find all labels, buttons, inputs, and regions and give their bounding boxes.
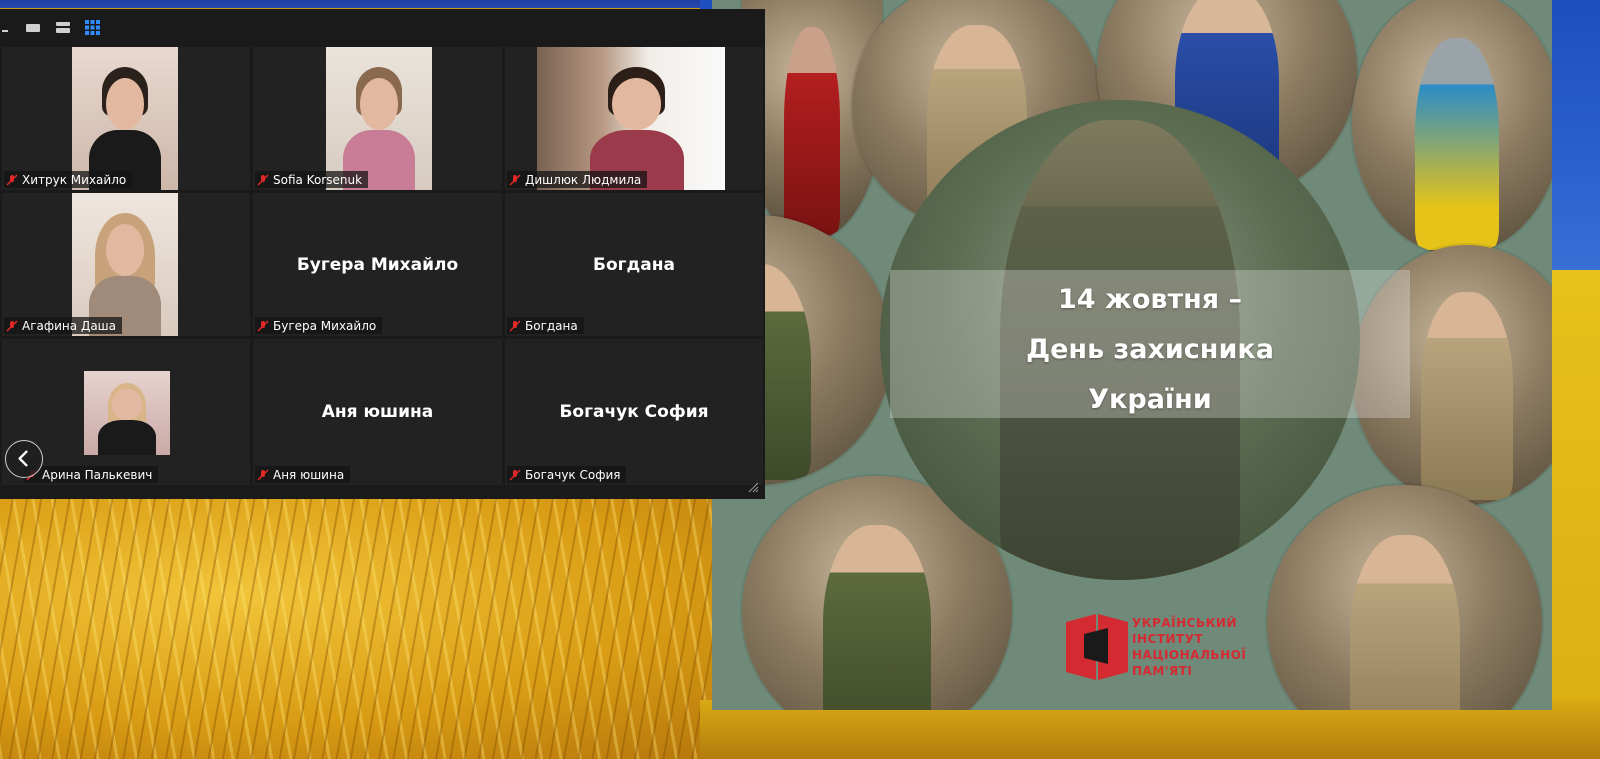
logo-text-line-3: НАЦІОНАЛЬНОЇ [1132,648,1247,662]
strip-view-icon[interactable] [56,22,70,33]
slide-title-line-3: України [1088,384,1212,415]
participant-name: Sofia Korsenuk [273,172,363,187]
participant-display-name: Бугера Михайло [296,254,459,275]
slide-title-line-2: День захисника [1026,334,1274,365]
gallery-view-icon[interactable] [85,20,100,35]
participant-name-label: Богдана [507,317,584,334]
participant-tile[interactable]: Хитрук Михайло [2,47,250,190]
participant-video [326,47,432,190]
participant-tile[interactable]: Дишлюк Людмила [505,47,763,190]
participant-name: Богачук София [525,467,621,482]
wheat-field-image [0,485,780,759]
participant-name: Богдана [525,318,578,333]
participant-name: Арина Палькевич [42,467,153,482]
muted-mic-icon [509,468,521,481]
video-gallery-window[interactable]: Хитрук Михайло Sofia Korsenuk Дишлюк Люд… [0,9,765,499]
previous-page-button[interactable] [5,440,43,478]
participant-name: Бугера Михайло [273,318,377,333]
chevron-left-icon [18,450,28,467]
participant-tile[interactable]: Богдана Богдана [505,193,763,336]
logo-text-line-2: ІНСТИТУТ [1132,632,1204,646]
participant-video [537,47,725,190]
participant-video [72,193,178,336]
participant-video [84,371,170,455]
participant-tile[interactable]: Аня юшина Аня юшина [253,339,502,485]
participant-name-label: Хитрук Михайло [4,171,133,188]
photo-circle-heraldic-knight [1352,0,1552,255]
speaker-view-icon[interactable] [26,22,40,33]
muted-mic-icon [509,173,521,186]
participant-display-name: Аня юшина [321,402,434,422]
participant-name-label: Богачук София [507,466,627,483]
gallery-toolbar [0,9,765,45]
muted-mic-icon [6,319,18,332]
slide-title-line-1: 14 жовтня – [1057,284,1243,315]
participant-tile[interactable]: Богачук София Богачук София [505,339,763,485]
muted-mic-icon [257,468,269,481]
participant-name: Аня юшина [273,467,345,482]
participant-name-label: Sofia Korsenuk [255,171,369,188]
participant-name-label: Агафина Даша [4,317,123,334]
desktop-background: 14 жовтня – День захисника України УКРАЇ… [0,0,1600,759]
participant-video [72,47,178,190]
participant-name-label: Дишлюк Людмила [507,171,648,188]
participant-display-name: Богдана [593,254,675,275]
muted-mic-icon [257,319,269,332]
muted-mic-icon [6,173,18,186]
participant-tile[interactable]: Sofia Korsenuk [253,47,502,190]
logo-text-line-1: УКРАЇНСЬКИЙ [1132,616,1237,630]
uinp-logo-icon [1066,614,1128,680]
minimize-icon[interactable] [2,22,10,33]
participant-name: Дишлюк Людмила [525,172,642,187]
shared-presentation-slide: 14 жовтня – День захисника України УКРАЇ… [712,0,1552,710]
muted-mic-icon [509,319,521,332]
photo-circle-unr-soldier [1267,485,1542,710]
participant-name-label: Арина Палькевич [24,466,159,483]
participant-name-label: Бугера Михайло [255,317,383,334]
participant-name-label: Аня юшина [255,466,351,483]
muted-mic-icon [257,173,269,186]
participant-name: Хитрук Михайло [22,172,127,187]
participant-tile[interactable]: Агафина Даша [2,193,250,336]
participant-name: Агафина Даша [22,318,117,333]
resize-grip-icon[interactable] [747,481,759,493]
logo-text-line-4: ПАМ'ЯТІ [1132,664,1193,678]
participant-display-name: Богачук София [559,402,709,422]
participant-tile[interactable]: Бугера Михайло Бугера Михайло [253,193,502,336]
